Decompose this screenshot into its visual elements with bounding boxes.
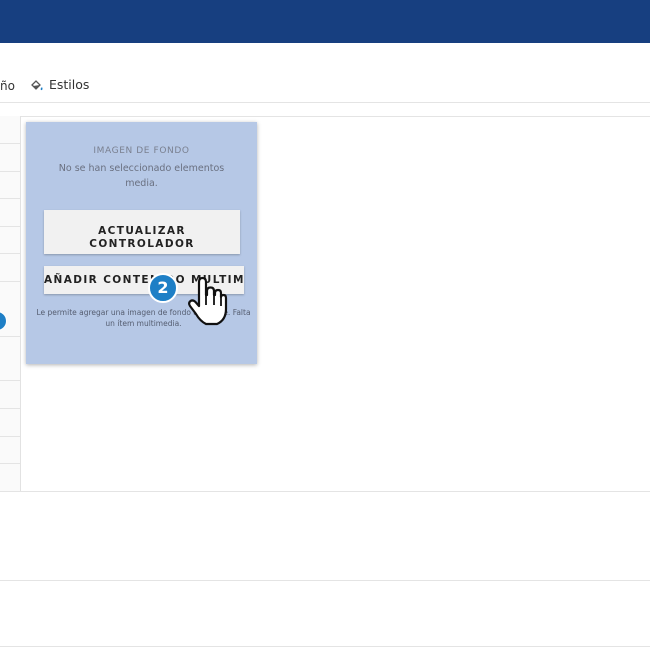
list-row-divider [0,436,20,437]
list-row-divider [0,143,20,144]
section-divider [0,491,650,492]
paint-bucket-icon [30,78,44,92]
tab-styles-label: Estilos [49,77,90,92]
list-row-divider [0,226,20,227]
step-badge: 2 [148,273,178,303]
content-top-border [0,116,650,117]
list-row-divider [0,171,20,172]
list-row-divider [0,198,20,199]
left-block-list [0,116,21,492]
list-row-divider [0,463,20,464]
top-header-bar [0,0,650,43]
section-divider [0,580,650,581]
tab-styles[interactable]: Estilos [30,77,89,92]
editor-toolbar: ño Estilos [0,76,650,98]
list-row-divider [0,380,20,381]
tab-design-partial[interactable]: ño [0,79,15,93]
hand-pointer-icon [186,276,230,332]
list-row-divider [0,408,20,409]
panel-title: IMAGEN DE FONDO [93,146,190,156]
list-row-divider [0,281,20,282]
list-row-divider [0,253,20,254]
list-row-divider [0,336,20,337]
toolbar-divider [0,102,650,103]
bottom-divider [0,646,650,647]
update-controller-button[interactable]: ACTUALIZAR CONTROLADOR [44,210,240,254]
panel-empty-message: No se han seleccionado elementos media. [58,163,225,189]
